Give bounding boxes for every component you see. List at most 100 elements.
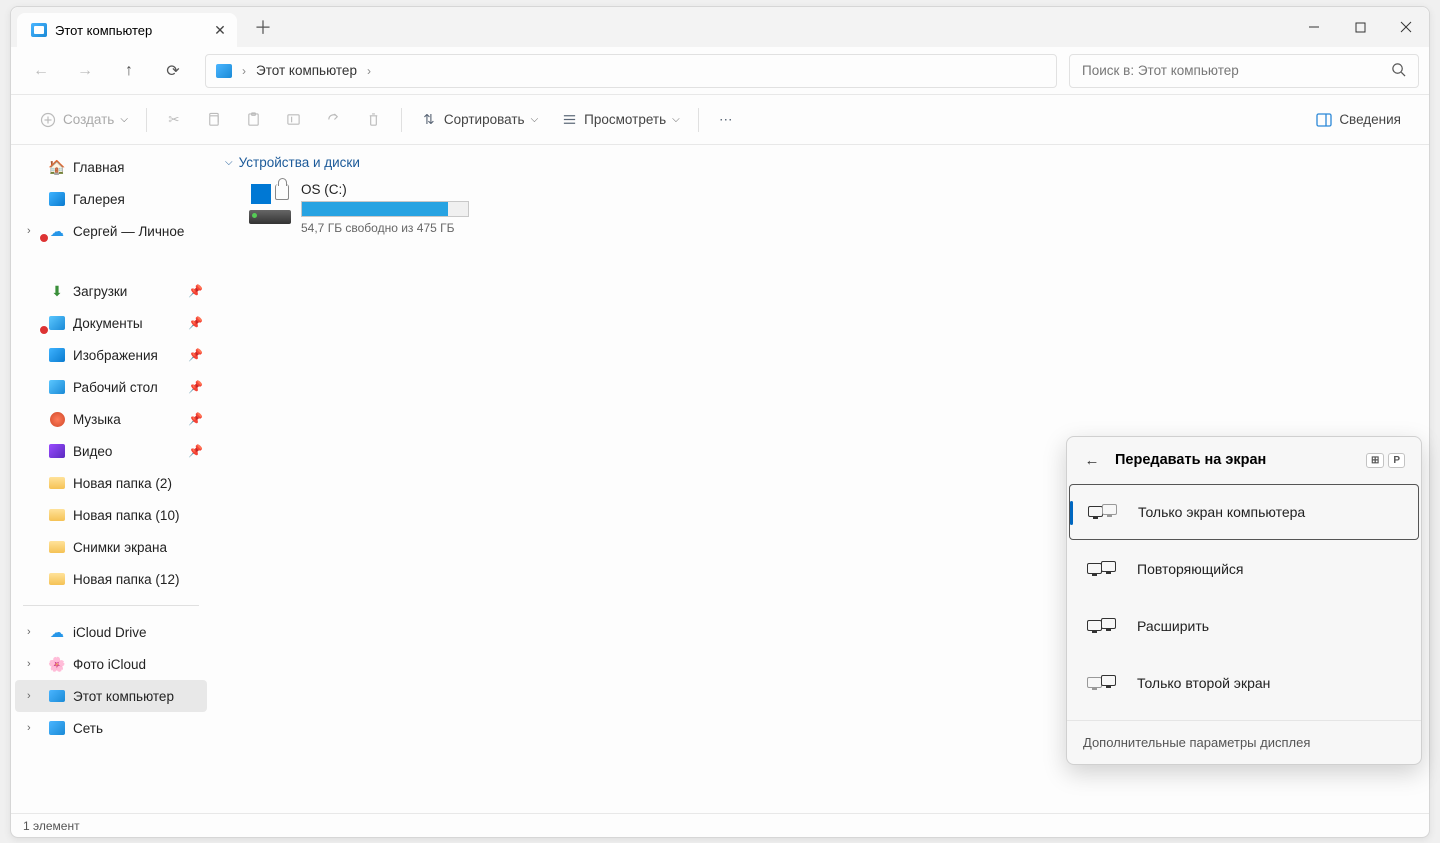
project-opt-duplicate[interactable]: Повторяющийся <box>1069 541 1419 597</box>
pin-icon: 📌 <box>188 348 203 362</box>
second-only-icon <box>1087 675 1119 691</box>
rename-button[interactable] <box>275 102 313 138</box>
breadcrumb[interactable]: › Этот компьютер › <box>205 54 1057 88</box>
opt-label: Расширить <box>1137 618 1209 634</box>
extend-icon <box>1087 618 1119 634</box>
copy-button[interactable] <box>195 102 233 138</box>
opt-label: Только второй экран <box>1137 675 1270 691</box>
maximize-button[interactable] <box>1337 7 1383 47</box>
home-icon: 🏠 <box>49 159 65 175</box>
minimize-button[interactable] <box>1291 7 1337 47</box>
icloud-photos-icon: 🌸 <box>49 656 65 672</box>
close-window-button[interactable] <box>1383 7 1429 47</box>
forward-button[interactable]: → <box>65 53 105 89</box>
sidebar-item-icloud-photos[interactable]: › 🌸 Фото iCloud <box>11 648 211 680</box>
view-button[interactable]: Просмотреть ⌵ <box>550 102 690 138</box>
tab-title: Этот компьютер <box>55 23 152 38</box>
sidebar-label: Новая папка (12) <box>73 572 179 587</box>
sidebar-item-folder-screenshots[interactable]: Снимки экрана <box>11 531 211 563</box>
cloud-icon: ☁ <box>49 624 65 640</box>
share-button[interactable] <box>315 102 353 138</box>
drive-info: OS (C:) 54,7 ГБ свободно из 475 ГБ <box>301 182 469 235</box>
project-opt-pc-only[interactable]: Только экран компьютера <box>1069 484 1419 540</box>
chevron-right-icon[interactable]: › <box>367 64 371 78</box>
drive-icon <box>249 182 291 224</box>
sidebar-label: Главная <box>73 160 124 175</box>
more-button[interactable]: ⋯ <box>707 102 745 138</box>
chevron-right-icon[interactable]: › <box>27 658 31 670</box>
sidebar-item-icloud[interactable]: ›☁iCloud Drive <box>11 616 211 648</box>
sidebar-item-network[interactable]: › Сеть <box>11 712 211 744</box>
project-opt-second-only[interactable]: Только второй экран <box>1069 655 1419 711</box>
sidebar-item-pictures[interactable]: Изображения 📌 <box>11 339 211 371</box>
separator <box>401 108 402 132</box>
refresh-button[interactable]: ⟳ <box>153 53 193 89</box>
folder-icon <box>49 475 65 491</box>
sidebar-item-folder-nf10[interactable]: Новая папка (10) <box>11 499 211 531</box>
separator <box>146 108 147 132</box>
flyout-footer-link[interactable]: Дополнительные параметры дисплея <box>1067 720 1421 764</box>
plus-circle-icon <box>39 111 57 129</box>
group-header-devices[interactable]: ⌵ Устройства и диски <box>225 155 1415 170</box>
sidebar-label: Галерея <box>73 192 125 207</box>
sidebar-item-documents[interactable]: Документы📌 <box>11 307 211 339</box>
tab-this-pc[interactable]: Этот компьютер ✕ <box>17 13 237 47</box>
sort-button[interactable]: ⇅ Сортировать ⌵ <box>410 102 548 138</box>
delete-button[interactable] <box>355 102 393 138</box>
breadcrumb-location[interactable]: Этот компьютер <box>256 63 357 78</box>
up-button[interactable]: ↑ <box>109 53 149 89</box>
sidebar-item-videos[interactable]: Видео📌 <box>11 435 211 467</box>
gallery-icon <box>49 191 65 207</box>
footer-text: Дополнительные параметры дисплея <box>1083 735 1310 750</box>
network-icon <box>49 720 65 736</box>
new-button[interactable]: Создать ⌵ <box>29 102 138 138</box>
project-opt-extend[interactable]: Расширить <box>1069 598 1419 654</box>
sidebar-item-this-pc[interactable]: ›Этот компьютер <box>15 680 207 712</box>
tab-close-button[interactable]: ✕ <box>213 23 227 37</box>
sidebar-label: Загрузки <box>73 284 127 299</box>
navigation-pane: 🏠 Главная Галерея ›☁Сергей — Личное ⬇Загр… <box>11 145 211 813</box>
chevron-right-icon[interactable]: › <box>27 722 31 734</box>
paste-button[interactable] <box>235 102 273 138</box>
back-button[interactable]: ← <box>1083 451 1101 469</box>
flyout-header: ← Передавать на экран ⊞ P <box>1067 437 1421 479</box>
pc-icon <box>49 688 65 704</box>
sidebar-item-desktop[interactable]: Рабочий стол📌 <box>11 371 211 403</box>
new-tab-button[interactable]: ＋ <box>249 13 277 41</box>
delete-icon <box>365 111 383 129</box>
sidebar-item-onedrive[interactable]: ›☁Сергей — Личное <box>11 215 211 247</box>
sidebar-label: Фото iCloud <box>73 657 146 672</box>
sidebar-item-folder-nf2[interactable]: Новая папка (2) <box>11 467 211 499</box>
project-options: Только экран компьютера Повторяющийся Ра… <box>1067 479 1421 720</box>
copy-icon <box>205 111 223 129</box>
search-input[interactable]: Поиск в: Этот компьютер <box>1069 54 1419 88</box>
error-badge-icon <box>39 233 49 243</box>
chevron-right-icon[interactable]: › <box>27 690 31 702</box>
folder-icon <box>49 571 65 587</box>
sidebar-item-home[interactable]: 🏠 Главная <box>11 151 211 183</box>
back-button[interactable]: ← <box>21 53 61 89</box>
sidebar-label: Изображения <box>73 348 158 363</box>
chevron-right-icon[interactable]: › <box>27 225 31 237</box>
sort-icon: ⇅ <box>420 111 438 129</box>
sidebar-item-music[interactable]: Музыка📌 <box>11 403 211 435</box>
music-icon <box>49 411 65 427</box>
chevron-right-icon: › <box>242 64 246 78</box>
paste-icon <box>245 111 263 129</box>
chevron-right-icon[interactable]: › <box>27 626 31 638</box>
address-bar: ← → ↑ ⟳ › Этот компьютер › Поиск в: Этот… <box>11 47 1429 95</box>
key-p: P <box>1388 453 1405 468</box>
more-icon: ⋯ <box>717 111 735 129</box>
title-bar: Этот компьютер ✕ ＋ <box>11 7 1429 47</box>
drive-item-c[interactable]: OS (C:) 54,7 ГБ свободно из 475 ГБ <box>225 178 1415 239</box>
sidebar-item-downloads[interactable]: ⬇Загрузки📌 <box>11 275 211 307</box>
duplicate-icon <box>1087 561 1119 577</box>
details-button[interactable]: Сведения <box>1305 102 1411 138</box>
cut-button[interactable]: ✂ <box>155 102 193 138</box>
sidebar-item-gallery[interactable]: Галерея <box>11 183 211 215</box>
drive-usage-bar <box>301 201 469 217</box>
sidebar-label: Сеть <box>73 721 103 736</box>
sidebar-item-folder-nf12[interactable]: Новая папка (12) <box>11 563 211 595</box>
sort-label: Сортировать <box>444 112 525 127</box>
pictures-icon <box>49 347 65 363</box>
